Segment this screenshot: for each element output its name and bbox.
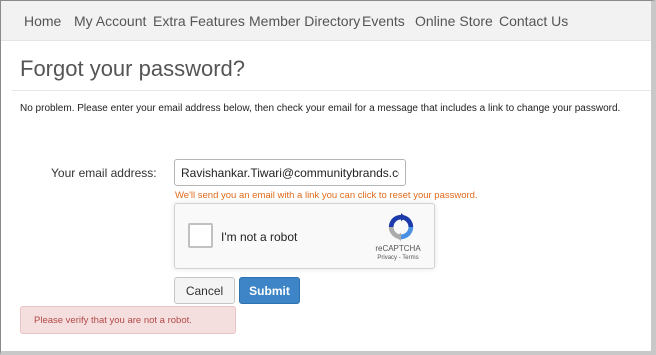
recaptcha-label: I'm not a robot bbox=[221, 230, 298, 244]
error-alert-text: Please verify that you are not a robot. bbox=[34, 315, 192, 326]
recaptcha-checkbox[interactable] bbox=[188, 223, 213, 248]
nav-item-online-store[interactable]: Online Store bbox=[415, 13, 493, 29]
recaptcha-logo-icon bbox=[388, 212, 414, 242]
nav-item-contact-us[interactable]: Contact Us bbox=[499, 13, 568, 29]
page-title: Forgot your password? bbox=[20, 56, 245, 81]
cancel-button[interactable]: Cancel bbox=[174, 277, 235, 304]
nav-item-events[interactable]: Events bbox=[362, 13, 405, 29]
intro-text: No problem. Please enter your email addr… bbox=[20, 103, 621, 114]
recaptcha-links: Privacy - Terms bbox=[365, 255, 431, 261]
recaptcha-privacy-link[interactable]: Privacy bbox=[377, 255, 397, 261]
browser-frame: Home My Account Extra Features Member Di… bbox=[0, 0, 656, 355]
recaptcha-brand: reCAPTCHA bbox=[375, 244, 421, 253]
email-label: Your email address: bbox=[51, 166, 157, 180]
email-helper-text: We'll send you an email with a link you … bbox=[175, 190, 478, 201]
nav-item-my-account[interactable]: My Account bbox=[74, 13, 146, 29]
nav-item-extra-features[interactable]: Extra Features bbox=[153, 13, 245, 29]
recaptcha-widget: I'm not a robot reCAPTCHA Privacy - Term… bbox=[174, 203, 435, 269]
title-divider bbox=[12, 90, 651, 91]
error-alert: Please verify that you are not a robot. bbox=[20, 306, 236, 334]
submit-button[interactable]: Submit bbox=[239, 277, 300, 304]
nav-item-member-directory[interactable]: Member Directory bbox=[249, 13, 360, 29]
email-input[interactable] bbox=[174, 159, 406, 186]
recaptcha-terms-link[interactable]: Terms bbox=[402, 255, 418, 261]
top-navigation: Home My Account Extra Features Member Di… bbox=[1, 1, 651, 41]
nav-item-home[interactable]: Home bbox=[24, 13, 61, 29]
